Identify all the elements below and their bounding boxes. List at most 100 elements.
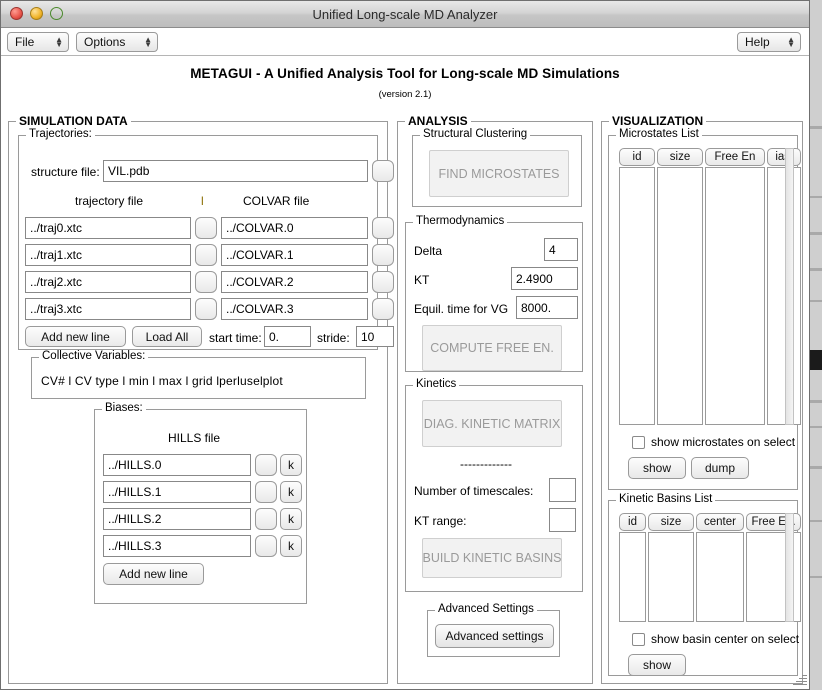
- analysis-panel: ANALYSIS Structural Clustering FIND MICR…: [397, 121, 593, 684]
- stride-input[interactable]: 10: [356, 326, 394, 347]
- microstates-list-body[interactable]: [619, 167, 803, 425]
- load-all-button[interactable]: Load All: [132, 326, 202, 347]
- hills-browse-button[interactable]: [255, 454, 277, 476]
- trajectory-file-input[interactable]: ../traj0.xtc: [25, 217, 191, 239]
- trajectory-file-input[interactable]: ../traj2.xtc: [25, 271, 191, 293]
- colvar-file-input[interactable]: ../COLVAR.1: [221, 244, 368, 266]
- microstates-list-group: Microstates List id size Free En iasi sh…: [608, 135, 798, 490]
- hills-browse-button[interactable]: [255, 481, 277, 503]
- trajectory-file-input[interactable]: ../traj3.xtc: [25, 298, 191, 320]
- collective-variables-title: Collective Variables:: [39, 350, 148, 362]
- basins-show-button[interactable]: show: [628, 654, 686, 676]
- trajectory-file-column-label: trajectory file: [75, 194, 143, 208]
- start-time-input[interactable]: 0.: [264, 326, 311, 347]
- colvar-browse-button[interactable]: [372, 298, 394, 320]
- advanced-settings-group: Advanced Settings Advanced settings: [427, 610, 560, 657]
- trajectory-browse-button[interactable]: [195, 298, 217, 320]
- cv-header-row: CV# l CV type l min l max l grid lperlus…: [41, 374, 283, 388]
- trajectory-file-input[interactable]: ../traj1.xtc: [25, 244, 191, 266]
- number-of-timescales-input[interactable]: [549, 478, 576, 502]
- application-window: Unified Long-scale MD Analyzer File ▲▼ O…: [0, 0, 810, 690]
- hills-k-button[interactable]: k: [280, 508, 302, 530]
- delta-input[interactable]: 4: [544, 238, 578, 261]
- colvar-browse-button[interactable]: [372, 217, 394, 239]
- simulation-data-title: SIMULATION DATA: [16, 114, 131, 128]
- close-icon[interactable]: [10, 7, 23, 20]
- minimize-icon[interactable]: [30, 7, 43, 20]
- build-kinetic-basins-button[interactable]: BUILD KINETIC BASINS: [422, 538, 562, 578]
- menu-options-label: Options: [84, 35, 125, 49]
- kt-input[interactable]: 2.4900: [511, 267, 578, 290]
- hills-file-column-label: HILLS file: [168, 431, 220, 445]
- structure-file-input[interactable]: VIL.pdb: [103, 160, 368, 182]
- hills-k-button[interactable]: k: [280, 454, 302, 476]
- resize-grip-icon[interactable]: [793, 673, 807, 687]
- visualization-panel: VISUALIZATION Microstates List id size F…: [601, 121, 803, 684]
- basins-column-center[interactable]: center: [696, 513, 744, 531]
- thermodynamics-group: Thermodynamics Delta 4 KT 2.4900 Equil. …: [405, 222, 583, 372]
- microstates-column-size[interactable]: size: [657, 148, 703, 166]
- show-basin-center-on-select-checkbox[interactable]: [632, 633, 645, 646]
- chevron-updown-icon: ▲▼: [55, 37, 63, 47]
- microstates-show-button[interactable]: show: [628, 457, 686, 479]
- screen: Unified Long-scale MD Analyzer File ▲▼ O…: [0, 0, 822, 690]
- menu-file[interactable]: File ▲▼: [7, 32, 69, 52]
- structure-file-browse-button[interactable]: [372, 160, 394, 182]
- app-header: METAGUI - A Unified Analysis Tool for Lo…: [1, 56, 809, 100]
- microstates-column-free-en[interactable]: Free En: [705, 148, 765, 166]
- trajectory-browse-button[interactable]: [195, 217, 217, 239]
- microstates-column-basins[interactable]: iasi: [767, 148, 801, 166]
- hills-file-input[interactable]: ../HILLS.1: [103, 481, 251, 503]
- equil-time-input[interactable]: 8000.: [516, 296, 578, 319]
- add-new-line-button[interactable]: Add new line: [25, 326, 126, 347]
- colvar-file-input[interactable]: ../COLVAR.0: [221, 217, 368, 239]
- microstates-column-id[interactable]: id: [619, 148, 655, 166]
- zoom-icon[interactable]: [50, 7, 63, 20]
- basins-column-size[interactable]: size: [648, 513, 694, 531]
- find-microstates-button[interactable]: FIND MICROSTATES: [429, 150, 569, 197]
- compute-free-energy-button[interactable]: COMPUTE FREE EN.: [422, 325, 562, 371]
- colvar-browse-button[interactable]: [372, 244, 394, 266]
- window-controls[interactable]: [10, 7, 63, 20]
- kinetics-group: Kinetics DIAG. KINETIC MATRIX ----------…: [405, 385, 583, 592]
- structural-clustering-group: Structural Clustering FIND MICROSTATES: [412, 135, 582, 207]
- hills-browse-button[interactable]: [255, 535, 277, 557]
- kt-range-label: KT range:: [414, 514, 466, 528]
- colvar-file-input[interactable]: ../COLVAR.3: [221, 298, 368, 320]
- hills-file-input[interactable]: ../HILLS.0: [103, 454, 251, 476]
- collective-variables-group: Collective Variables: CV# l CV type l mi…: [31, 357, 366, 399]
- menu-help[interactable]: Help ▲▼: [737, 32, 801, 52]
- kinetic-basins-list-group: Kinetic Basins List id size center Free …: [608, 500, 798, 676]
- kinetics-divider: -------------: [460, 457, 512, 471]
- basins-cells-size: [648, 532, 694, 622]
- trajectory-browse-button[interactable]: [195, 244, 217, 266]
- diag-kinetic-matrix-button[interactable]: DIAG. KINETIC MATRIX: [422, 400, 562, 447]
- chevron-updown-icon: ▲▼: [144, 37, 152, 47]
- biases-add-new-line-button[interactable]: Add new line: [103, 563, 204, 585]
- kinetic-basins-list-title: Kinetic Basins List: [616, 493, 715, 505]
- colvar-browse-button[interactable]: [372, 271, 394, 293]
- microstates-cells-free-en: [705, 167, 765, 425]
- kt-range-input[interactable]: [549, 508, 576, 532]
- show-microstates-on-select-checkbox[interactable]: [632, 436, 645, 449]
- kinetic-basins-list-scrollbar[interactable]: [785, 513, 794, 622]
- menu-options[interactable]: Options ▲▼: [76, 32, 158, 52]
- hills-file-input[interactable]: ../HILLS.3: [103, 535, 251, 557]
- microstates-dump-button[interactable]: dump: [691, 457, 749, 479]
- kinetics-title: Kinetics: [413, 378, 459, 390]
- basins-column-id[interactable]: id: [619, 513, 646, 531]
- hills-k-button[interactable]: k: [280, 481, 302, 503]
- structure-file-label: structure file:: [31, 165, 100, 179]
- microstates-list-scrollbar[interactable]: [785, 148, 794, 425]
- kinetic-basins-list-header: id size center Free En.: [619, 513, 803, 531]
- microstates-cells-size: [657, 167, 703, 425]
- version-label: (version 2.1): [1, 89, 809, 100]
- hills-k-button[interactable]: k: [280, 535, 302, 557]
- trajectory-browse-button[interactable]: [195, 271, 217, 293]
- hills-browse-button[interactable]: [255, 508, 277, 530]
- advanced-settings-button[interactable]: Advanced settings: [435, 624, 554, 648]
- colvar-file-input[interactable]: ../COLVAR.2: [221, 271, 368, 293]
- kinetic-basins-list-body[interactable]: [619, 532, 803, 622]
- hills-file-input[interactable]: ../HILLS.2: [103, 508, 251, 530]
- page-title: METAGUI - A Unified Analysis Tool for Lo…: [1, 66, 809, 81]
